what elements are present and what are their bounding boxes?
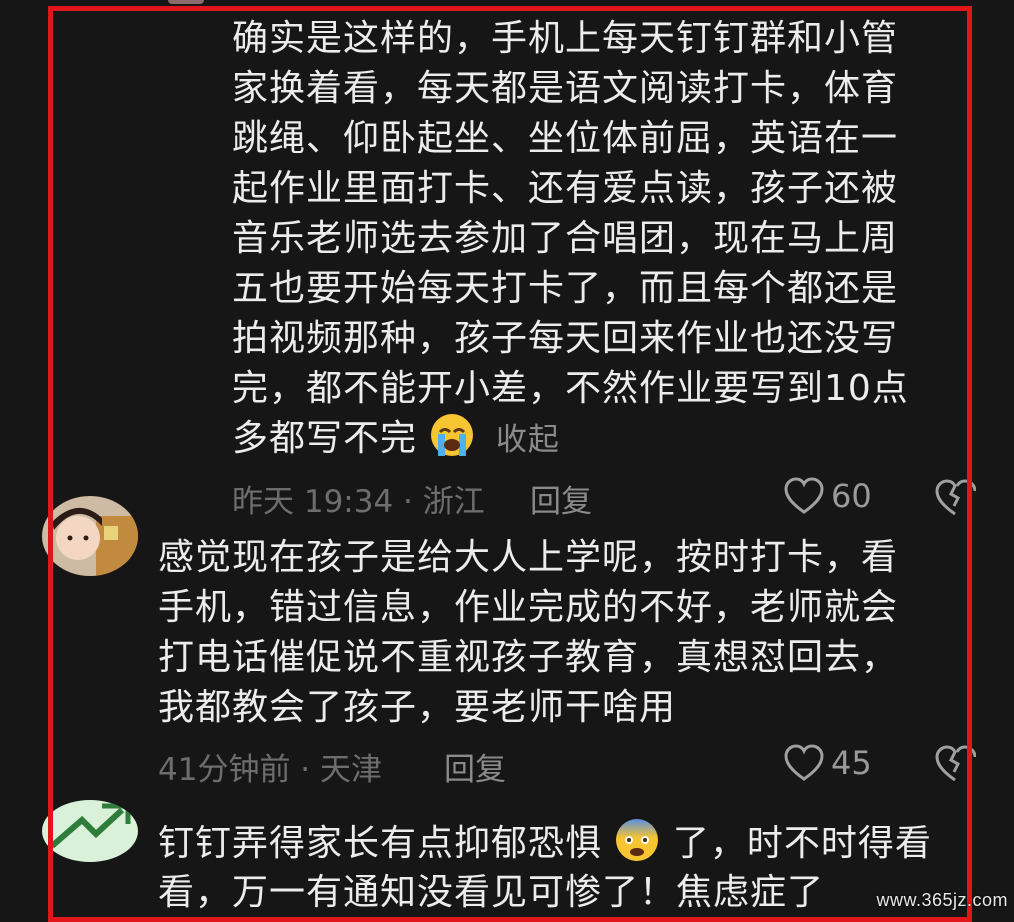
comment-line: 我都教会了孩子，要老师干啥用 bbox=[158, 687, 677, 728]
comment-line: 手机，错过信息，作业完成的不好，老师就会 bbox=[158, 587, 899, 628]
like-button[interactable]: 45 bbox=[783, 743, 872, 783]
dislike-button[interactable] bbox=[934, 478, 977, 522]
collapse-button[interactable]: 收起 bbox=[496, 422, 560, 458]
comment-line: 看，万一有通知没看见可惨了！焦虑症了 bbox=[158, 872, 825, 913]
dislike-button[interactable] bbox=[934, 744, 977, 788]
like-button[interactable]: 60 bbox=[783, 476, 872, 516]
broken-heart-icon bbox=[935, 479, 977, 516]
comment-line-text: 多都写不完 bbox=[232, 418, 418, 459]
comment-line-last: 多都写不完 收起 bbox=[232, 412, 560, 474]
avatar-partial bbox=[168, 0, 204, 4]
reply-button[interactable]: 回复 bbox=[530, 476, 592, 521]
comment-line-text: 了，时不时得看 bbox=[672, 823, 932, 864]
avatar[interactable] bbox=[42, 496, 138, 576]
crying-face-emoji bbox=[429, 412, 475, 474]
comment-line: 五也要开始每天打卡了，而且每个都还是 bbox=[232, 268, 899, 309]
comment-line: 起作业里面打卡、还有爱点读，孩子还被 bbox=[232, 168, 899, 209]
comment-line: 打电话催促说不重视孩子教育，真想怼回去， bbox=[158, 637, 899, 678]
comment-line: 家换着看，每天都是语文阅读打卡，体育 bbox=[232, 68, 899, 109]
comment-line: 音乐老师选去参加了合唱团，现在马上周 bbox=[232, 218, 899, 259]
comment-line: 完，都不能开小差，不然作业要写到10点 bbox=[232, 368, 909, 409]
comment-line: 拍视频那种，孩子每天回来作业也还没写 bbox=[232, 318, 899, 359]
comment-line: 确实是这样的，手机上每天钉钉群和小管 bbox=[232, 18, 899, 59]
heart-icon bbox=[784, 744, 824, 781]
comment-line: 跳绳、仰卧起坐、坐位体前屈，英语在一 bbox=[232, 118, 899, 159]
reply-button[interactable]: 回复 bbox=[444, 744, 506, 789]
like-count: 60 bbox=[831, 477, 872, 515]
comment-line-text: 钉钉弄得家长有点抑郁恐惧 bbox=[158, 823, 603, 864]
comment-line: 感觉现在孩子是给大人上学呢，按时打卡，看 bbox=[158, 537, 899, 578]
avatar[interactable] bbox=[42, 800, 138, 862]
watermark-text: www.365jz.com bbox=[876, 890, 1008, 910]
comment-meta: 昨天 19:34 · 浙江 bbox=[232, 484, 485, 520]
heart-icon bbox=[784, 477, 824, 514]
broken-heart-icon bbox=[935, 745, 977, 782]
comment-meta: 41分钟前 · 天津 bbox=[158, 752, 383, 788]
like-count: 45 bbox=[831, 744, 872, 782]
